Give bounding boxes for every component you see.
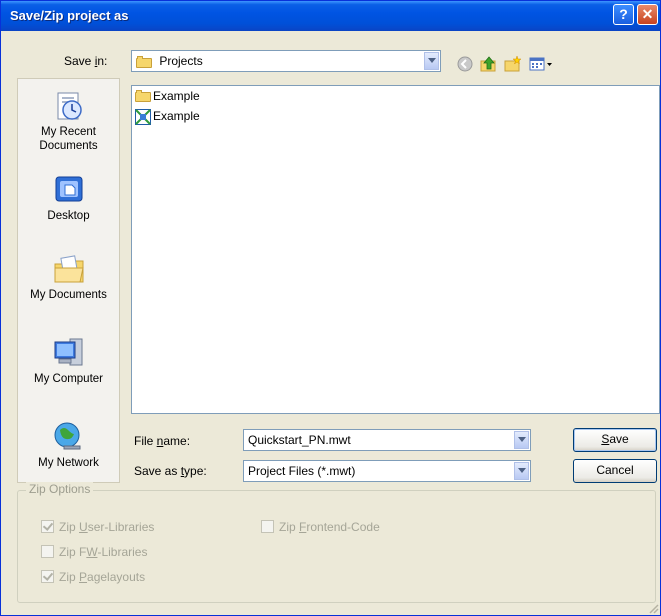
checkbox-box[interactable] bbox=[41, 520, 54, 533]
place-label: My Recent bbox=[41, 126, 96, 138]
back-icon[interactable] bbox=[456, 55, 474, 73]
place-my-documents[interactable]: My Documents bbox=[18, 252, 119, 302]
save-in-label: Save in: bbox=[64, 54, 108, 68]
folder-icon bbox=[136, 55, 152, 68]
desktop-icon bbox=[55, 176, 82, 202]
close-icon: ✕ bbox=[641, 6, 654, 22]
place-label: My Documents bbox=[30, 289, 107, 301]
place-label: Desktop bbox=[47, 210, 90, 222]
save-as-type-label: Save as type: bbox=[134, 464, 207, 478]
help-icon: ? bbox=[619, 6, 628, 22]
place-label: My Network bbox=[38, 457, 99, 469]
place-label: My Computer bbox=[33, 373, 104, 385]
chevron-down-icon[interactable] bbox=[514, 431, 529, 449]
save-in-value: Projects bbox=[159, 54, 203, 68]
place-my-network[interactable]: My Network bbox=[18, 420, 119, 470]
my-documents-icon bbox=[54, 255, 84, 283]
cancel-button[interactable]: Cancel bbox=[573, 459, 657, 483]
up-folder-icon[interactable] bbox=[480, 55, 498, 73]
close-button[interactable]: ✕ bbox=[637, 4, 658, 25]
save-zip-dialog: Save/Zip project as ? ✕ Save in: Project… bbox=[0, 0, 661, 616]
zip-options-legend: Zip Options bbox=[26, 482, 94, 496]
file-name-value: Quickstart_PN.mwt bbox=[248, 433, 351, 447]
file-name: Example bbox=[153, 89, 200, 103]
file-name-label: File name: bbox=[134, 434, 191, 448]
window-title: Save/Zip project as bbox=[10, 8, 129, 23]
project-file-icon bbox=[135, 109, 151, 125]
file-name: Example bbox=[153, 109, 200, 123]
title-bar[interactable]: Save/Zip project as ? ✕ bbox=[1, 1, 660, 31]
file-list[interactable]: Example Example bbox=[131, 85, 660, 414]
views-menu-icon[interactable] bbox=[529, 55, 555, 73]
chevron-down-icon[interactable] bbox=[514, 462, 529, 480]
my-network-icon bbox=[54, 422, 80, 450]
place-label: Documents bbox=[39, 140, 98, 152]
help-button[interactable]: ? bbox=[613, 4, 634, 25]
save-in-dropdown[interactable]: Projects bbox=[131, 50, 441, 72]
checkbox-box[interactable] bbox=[41, 545, 54, 558]
checkbox-box[interactable] bbox=[41, 570, 54, 583]
place-desktop[interactable]: Desktop bbox=[18, 173, 119, 223]
save-button[interactable]: Save bbox=[573, 428, 657, 452]
save-as-type-dropdown[interactable]: Project Files (*.mwt) bbox=[243, 460, 531, 482]
save-as-type-value: Project Files (*.mwt) bbox=[248, 464, 356, 478]
new-folder-icon[interactable] bbox=[504, 55, 522, 73]
places-bar: My Recent Documents Desktop My Documents… bbox=[17, 78, 120, 483]
file-name-field[interactable]: Quickstart_PN.mwt bbox=[243, 429, 531, 451]
my-computer-icon bbox=[54, 338, 82, 366]
folder-icon bbox=[135, 90, 151, 102]
resize-grip-icon[interactable] bbox=[647, 602, 659, 614]
chevron-down-icon[interactable] bbox=[424, 52, 439, 70]
checkbox-box[interactable] bbox=[261, 520, 274, 533]
place-my-recent-documents[interactable]: My Recent Documents bbox=[18, 89, 119, 153]
place-my-computer[interactable]: My Computer bbox=[18, 336, 119, 386]
recent-documents-icon bbox=[57, 92, 82, 120]
